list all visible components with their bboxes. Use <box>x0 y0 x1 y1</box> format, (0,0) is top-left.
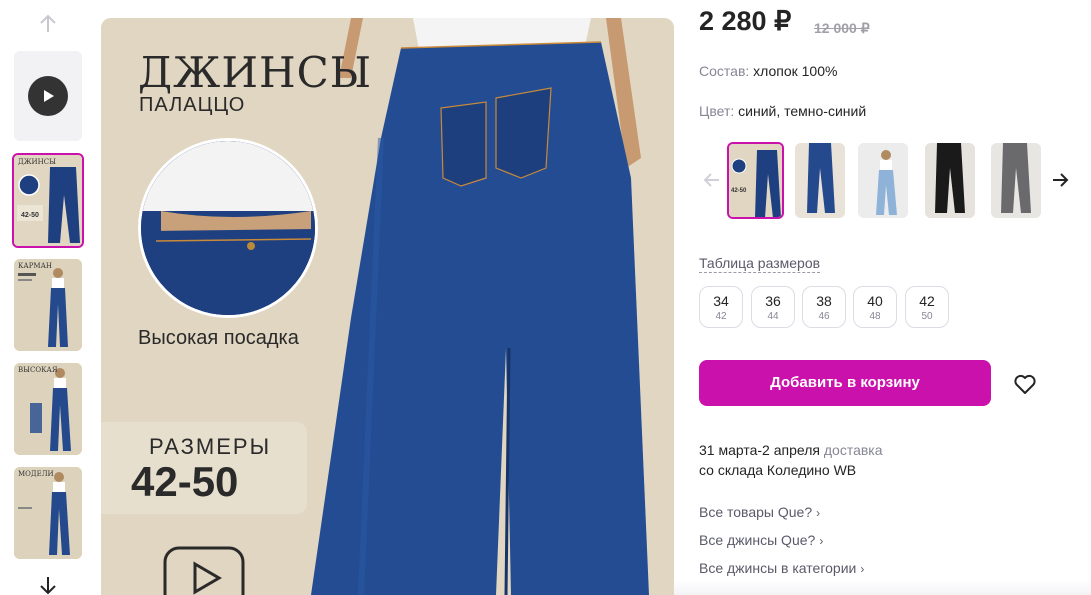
image-title: ДЖИНСЫ <box>138 48 373 97</box>
size-ru: 38 <box>816 293 832 309</box>
image-subtitle: ПАЛАЦЦО <box>139 94 246 116</box>
arrow-left-icon[interactable] <box>702 170 722 190</box>
play-icon <box>28 76 68 116</box>
gallery-thumbnail[interactable]: МОДЕЛИ <box>14 467 82 559</box>
size-ru: 42 <box>919 293 935 309</box>
composition-value: хлопок 100% <box>753 63 838 79</box>
old-price: 12 000 ₽ <box>814 20 870 36</box>
svg-text:42-50: 42-50 <box>21 212 39 219</box>
bottom-fade <box>674 580 1091 595</box>
thumbnail-image <box>14 467 82 559</box>
chevron-right-icon: › <box>816 506 821 520</box>
delivery-info: 31 марта-2 апреля доставка со склада Кол… <box>699 440 883 480</box>
size-option[interactable]: 36 44 <box>751 286 795 328</box>
youtube-icon <box>163 546 245 595</box>
gallery-thumbnail[interactable]: ВЫСОКАЯ <box>14 363 82 455</box>
link-label: Все товары Que? <box>699 504 813 520</box>
thumbnail-caption: МОДЕЛИ <box>18 470 54 478</box>
svg-text:42-50: 42-50 <box>731 188 747 194</box>
size-option[interactable]: 40 48 <box>853 286 897 328</box>
thumbnail-caption: ДЖИНСЫ <box>18 158 57 166</box>
chevron-right-icon: › <box>819 534 824 548</box>
size-option[interactable]: 38 46 <box>802 286 846 328</box>
image-sizes-label: РАЗМЕРЫ <box>149 434 272 459</box>
size-table-link[interactable]: Таблица размеров <box>699 255 821 273</box>
image-feature-caption: Высокая посадка <box>138 327 299 349</box>
gallery-thumbnail[interactable]: ДЖИНСЫ 42-50 <box>12 153 84 248</box>
size-option[interactable]: 34 42 <box>699 286 743 328</box>
main-product-image[interactable]: ДЖИНСЫ ПАЛАЦЦО Высокая посадка РАЗМЕРЫ 4… <box>101 18 674 595</box>
chevron-right-icon: › <box>860 562 865 576</box>
size-ru: 36 <box>765 293 781 309</box>
color-variant-blue[interactable] <box>795 143 845 218</box>
image-sizes-range: 42-50 <box>131 458 239 505</box>
arrow-down-icon[interactable] <box>36 573 60 595</box>
size-intl: 42 <box>715 311 727 322</box>
size-ru: 34 <box>713 293 729 309</box>
thumbnail-image: 42-50 <box>14 155 82 246</box>
link-all-brand-jeans[interactable]: Все джинсы Que? › <box>699 532 823 548</box>
size-intl: 44 <box>767 311 779 322</box>
waist-closeup-image <box>138 138 318 318</box>
arrow-up-icon[interactable] <box>36 12 60 36</box>
thumbnail-rail: ДЖИНСЫ 42-50 КАРМАН ВЫСОКАЯ МОДЕЛИ <box>0 0 96 595</box>
add-to-cart-button[interactable]: Добавить в корзину <box>699 360 991 406</box>
color-label: Цвет: <box>699 103 735 119</box>
heart-icon[interactable] <box>1013 372 1037 396</box>
size-ru: 40 <box>867 293 883 309</box>
delivery-warehouse: со склада Коледино WB <box>699 462 857 478</box>
link-all-brand-products[interactable]: Все товары Que? › <box>699 504 820 520</box>
arrow-right-icon[interactable] <box>1050 170 1070 190</box>
video-thumbnail[interactable] <box>14 51 82 141</box>
delivery-word: доставка <box>823 442 883 458</box>
thumbnail-image <box>14 259 82 351</box>
size-intl: 50 <box>921 311 933 322</box>
delivery-date: 31 марта-2 апреля <box>699 442 820 458</box>
link-label: Все джинсы Que? <box>699 532 816 548</box>
thumbnail-image <box>14 363 82 455</box>
color-variant-black[interactable] <box>925 143 975 218</box>
link-all-jeans-category[interactable]: Все джинсы в категории › <box>699 560 864 576</box>
color-value: синий, темно-синий <box>738 103 867 119</box>
color-row: Цвет: синий, темно-синий <box>699 103 866 119</box>
thumbnail-caption: КАРМАН <box>18 262 53 270</box>
composition-label: Состав: <box>699 63 750 79</box>
thumbnail-caption: ВЫСОКАЯ <box>18 366 58 374</box>
color-variant-grey[interactable] <box>991 143 1041 218</box>
composition-row: Состав: хлопок 100% <box>699 63 837 79</box>
product-price: 2 280 ₽ <box>699 6 792 36</box>
color-variant-dark-blue[interactable]: 42-50 <box>727 142 784 219</box>
gallery-thumbnail[interactable]: КАРМАН <box>14 259 82 351</box>
link-label: Все джинсы в категории <box>699 560 857 576</box>
size-intl: 46 <box>818 311 830 322</box>
size-option[interactable]: 42 50 <box>905 286 949 328</box>
color-variant-light-blue[interactable] <box>858 143 908 218</box>
size-intl: 48 <box>869 311 881 322</box>
